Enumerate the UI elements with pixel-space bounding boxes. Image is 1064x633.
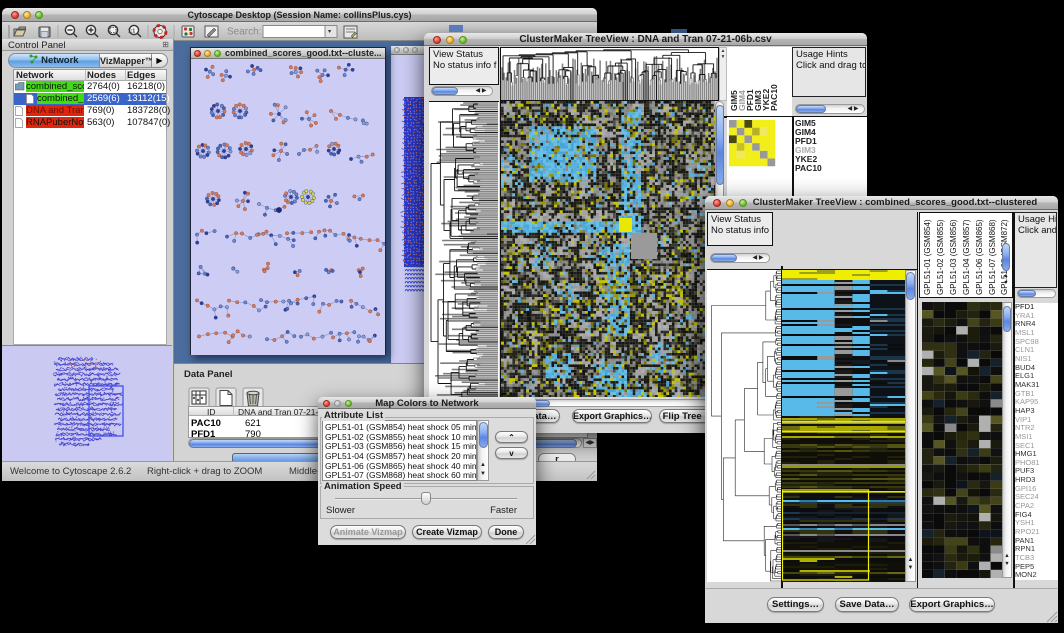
svg-text:1:1: 1:1 <box>128 29 135 35</box>
svg-text:Search:: Search: <box>227 27 261 38</box>
